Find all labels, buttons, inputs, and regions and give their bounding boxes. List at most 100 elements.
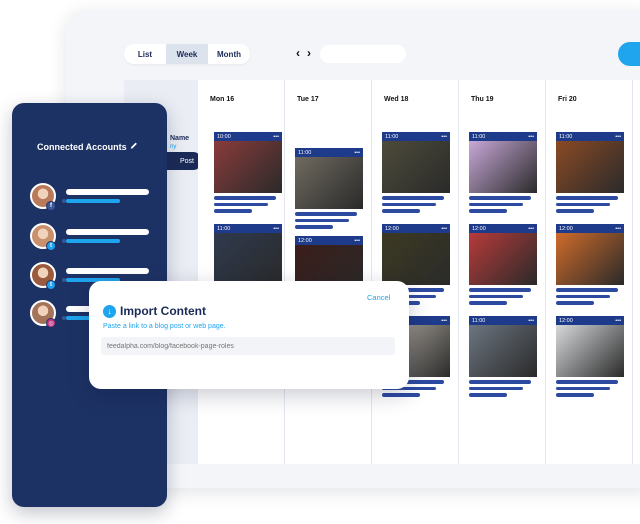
caption-line xyxy=(556,393,594,397)
more-options-icon[interactable]: ••• xyxy=(615,226,621,232)
post-time: 12:00 xyxy=(385,225,399,232)
caption-line xyxy=(214,196,276,200)
pizza-photo xyxy=(556,141,624,193)
caption-line xyxy=(214,202,268,206)
facebook-icon: f xyxy=(46,201,56,211)
post-card[interactable]: 12:00 ••• xyxy=(469,224,537,308)
download-icon: ↓ xyxy=(103,305,116,318)
day-header: Fri 20 xyxy=(558,96,577,103)
architecture-photo xyxy=(214,233,282,285)
more-options-icon[interactable]: ••• xyxy=(615,318,621,324)
day-column: Wed 1811:00•••12:00•••12:00••• xyxy=(372,80,459,464)
post-card-header: 11:00 ••• xyxy=(469,132,537,141)
caption-line xyxy=(469,294,523,298)
desk-laptop-photo xyxy=(469,325,537,377)
more-options-icon[interactable]: ••• xyxy=(441,318,447,324)
caption-line xyxy=(295,225,333,229)
caption-line xyxy=(469,196,531,200)
post-card-header: 11:00 ••• xyxy=(469,316,537,325)
pastel-abstract-photo xyxy=(469,141,537,193)
account-name-placeholder xyxy=(66,229,149,235)
account-name-placeholder xyxy=(66,189,149,195)
post-card-header: 12:00 ••• xyxy=(469,224,537,233)
account-row[interactable]: f xyxy=(30,183,160,213)
import-hint: Paste a link to a blog post or web page. xyxy=(103,323,226,330)
day-header: Mon 16 xyxy=(210,96,235,103)
more-options-icon[interactable]: ••• xyxy=(441,134,447,140)
more-options-icon[interactable]: ••• xyxy=(354,150,360,156)
pencil-icon[interactable] xyxy=(130,141,138,150)
cancel-button[interactable]: Cancel xyxy=(367,293,390,302)
day-header: Tue 17 xyxy=(297,96,319,103)
account-handle-placeholder xyxy=(66,199,120,203)
day-column: Fri 20 11:00 ••• 12:00 ••• 12:00 ••• xyxy=(546,80,633,464)
post-time: 12:00 xyxy=(559,225,573,232)
profile-name: Name xyxy=(170,135,190,142)
post-card-header: 11:00 ••• xyxy=(556,132,624,141)
post-card[interactable]: 12:00 ••• xyxy=(556,224,624,308)
people-shopping-photo xyxy=(214,141,282,193)
post-time: 11:00 xyxy=(217,225,231,232)
day-column: Tue 17 11:00 ••• 12:00 ••• xyxy=(285,80,372,464)
post-time: 11:00 xyxy=(298,149,312,156)
view-week-button[interactable]: Week xyxy=(166,44,208,64)
more-options-icon[interactable]: ••• xyxy=(528,226,534,232)
more-options-icon[interactable]: ••• xyxy=(273,134,279,140)
caption-line xyxy=(556,209,594,213)
caption-line xyxy=(469,380,531,384)
post-caption-placeholder xyxy=(382,193,450,213)
dining-room-photo xyxy=(295,157,363,209)
post-time: 11:00 xyxy=(559,133,573,140)
twitter-icon: t xyxy=(46,241,56,251)
caption-line xyxy=(382,202,436,206)
post-card[interactable]: 11:00 ••• xyxy=(469,132,537,216)
more-options-icon[interactable]: ••• xyxy=(528,318,534,324)
caption-line xyxy=(382,196,444,200)
post-card-header: 12:00 ••• xyxy=(295,236,363,245)
caption-line xyxy=(382,393,420,397)
caption-line xyxy=(556,386,610,390)
caption-line xyxy=(556,301,594,305)
caption-line xyxy=(295,218,349,222)
post-card-header: 11:00 ••• xyxy=(295,148,363,157)
paint-brushes-photo xyxy=(556,233,624,285)
post-card[interactable]: 11:00 ••• xyxy=(382,132,450,216)
post-time: 11:00 xyxy=(472,133,486,140)
post-card[interactable]: 11:00 ••• xyxy=(556,132,624,216)
post-time: 12:00 xyxy=(472,225,486,232)
post-card-header: 11:00 ••• xyxy=(214,224,282,233)
view-list-button[interactable]: List xyxy=(124,44,166,64)
import-title: Import Content xyxy=(120,304,206,318)
twitter-icon: t xyxy=(46,280,56,290)
week-calendar: Mon 16 10:00 ••• 11:00 ••• Tue 17 11:00 ••• 12:0… xyxy=(198,80,640,464)
woman-lying-photo xyxy=(382,141,450,193)
caption-line xyxy=(469,386,523,390)
post-card-header: 12:00 ••• xyxy=(556,224,624,233)
post-card[interactable]: 12:00 ••• xyxy=(556,316,624,400)
account-handle-placeholder xyxy=(66,239,120,243)
url-input[interactable] xyxy=(101,337,395,355)
more-options-icon[interactable]: ••• xyxy=(354,238,360,244)
post-time: 11:00 xyxy=(472,317,486,324)
post-card[interactable]: 11:00 ••• xyxy=(469,316,537,400)
day-column: Mon 16 10:00 ••• 11:00 ••• xyxy=(198,80,285,464)
forest-photo xyxy=(382,233,450,285)
more-options-icon[interactable]: ••• xyxy=(273,226,279,232)
instagram-icon: ◎ xyxy=(46,318,56,328)
post-caption-placeholder xyxy=(469,285,537,305)
chevron-right-icon[interactable]: › xyxy=(307,47,311,59)
more-options-icon[interactable]: ••• xyxy=(441,226,447,232)
account-row[interactable]: t xyxy=(30,223,160,253)
post-card[interactable]: 10:00 ••• xyxy=(214,132,282,216)
account-name-placeholder xyxy=(66,268,149,274)
post-caption-placeholder xyxy=(556,193,624,213)
more-options-icon[interactable]: ••• xyxy=(615,134,621,140)
toolbar: List Week Month ‹ › xyxy=(66,10,640,80)
caption-line xyxy=(556,202,610,206)
primary-action-button[interactable] xyxy=(618,42,640,66)
post-card[interactable]: 11:00 ••• xyxy=(295,148,363,232)
more-options-icon[interactable]: ••• xyxy=(528,134,534,140)
date-range-field[interactable] xyxy=(320,45,406,63)
chevron-left-icon[interactable]: ‹ xyxy=(296,47,300,59)
view-month-button[interactable]: Month xyxy=(208,44,250,64)
